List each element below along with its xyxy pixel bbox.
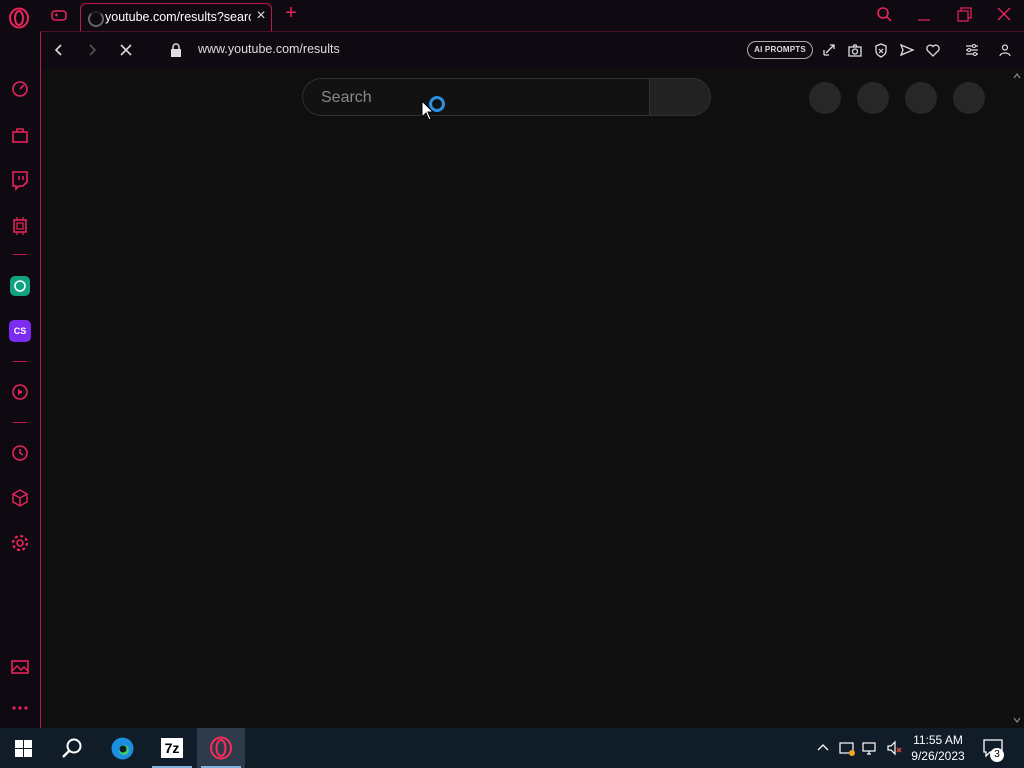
scroll-down-icon[interactable]: [1013, 716, 1021, 724]
edge-icon: [111, 737, 134, 760]
back-icon[interactable]: [51, 42, 67, 58]
sidebar: CS: [0, 31, 40, 728]
opera-logo-icon[interactable]: [8, 7, 30, 29]
cube-icon[interactable]: [9, 487, 31, 509]
tray-update-icon[interactable]: [839, 740, 855, 756]
windows-logo-icon: [15, 740, 32, 757]
send-icon[interactable]: [899, 42, 915, 58]
taskbar-opera[interactable]: [197, 728, 245, 768]
windows-taskbar: 7z 11:55 AM 9/26/2023 3: [0, 728, 1024, 768]
opera-gx-icon: [210, 736, 232, 760]
address-bar: www.youtube.com/results AI PROMPTS: [41, 32, 1024, 68]
profile-icon[interactable]: [997, 42, 1013, 58]
tab-loading-spinner-icon: [88, 11, 104, 27]
youtube-page: [41, 68, 1010, 728]
volume-muted-icon[interactable]: [886, 740, 902, 756]
taskbar-search-button[interactable]: [48, 728, 96, 768]
clock-date: 9/26/2023: [911, 749, 965, 763]
header-placeholder-circle[interactable]: [953, 82, 985, 114]
minimize-icon[interactable]: [913, 5, 935, 25]
more-icon[interactable]: [9, 697, 31, 719]
clock-time: 11:55 AM: [913, 733, 963, 747]
forward-icon[interactable]: [84, 42, 100, 58]
search-box[interactable]: [302, 78, 649, 116]
adblock-shield-icon[interactable]: [873, 42, 889, 58]
header-placeholder-circle[interactable]: [905, 82, 937, 114]
share-icon[interactable]: [821, 42, 837, 58]
restore-icon[interactable]: [953, 5, 975, 25]
speed-dial-icon[interactable]: [9, 78, 31, 100]
header-placeholder-circle[interactable]: [809, 82, 841, 114]
easy-setup-icon[interactable]: [964, 42, 980, 58]
7zip-icon: 7z: [161, 738, 183, 758]
cpu-icon[interactable]: [9, 215, 31, 237]
show-hidden-icons-chevron-icon[interactable]: [815, 740, 831, 756]
player-icon[interactable]: [9, 381, 31, 403]
address-url[interactable]: www.youtube.com/results: [198, 42, 340, 56]
sidebar-divider: [13, 361, 27, 362]
new-tab-plus-icon[interactable]: +: [282, 3, 300, 23]
gallery-icon[interactable]: [9, 656, 31, 678]
search-tabs-icon[interactable]: [873, 5, 895, 25]
tab-close-icon[interactable]: ×: [253, 8, 269, 24]
header-placeholder-circle[interactable]: [857, 82, 889, 114]
bag-icon[interactable]: [9, 124, 31, 146]
camera-icon[interactable]: [847, 42, 863, 58]
mouse-cursor-icon: [421, 100, 435, 121]
stop-loading-icon[interactable]: [118, 42, 134, 58]
taskbar-edge[interactable]: [99, 728, 147, 768]
history-icon[interactable]: [9, 442, 31, 464]
twitch-icon[interactable]: [9, 169, 31, 191]
lock-icon[interactable]: [169, 42, 183, 58]
search-button[interactable]: [649, 78, 711, 116]
cs-icon[interactable]: CS: [9, 320, 31, 342]
sidebar-divider: [13, 254, 27, 255]
page-scrollbar[interactable]: [1010, 68, 1024, 728]
settings-icon[interactable]: [9, 532, 31, 554]
tab-strip: youtube.com/results?search × +: [0, 0, 1024, 31]
scroll-up-icon[interactable]: [1013, 72, 1021, 80]
notification-count-badge: 3: [990, 748, 1004, 762]
ai-prompts-button[interactable]: AI PROMPTS: [747, 41, 813, 59]
chatgpt-icon[interactable]: [9, 275, 31, 297]
close-window-icon[interactable]: [993, 5, 1015, 25]
search-icon: [62, 738, 82, 758]
heart-icon[interactable]: [925, 42, 941, 58]
active-tab[interactable]: youtube.com/results?search ×: [80, 3, 272, 31]
taskbar-7zip[interactable]: 7z: [148, 728, 196, 768]
gaming-tab-icon[interactable]: [50, 6, 68, 24]
search-input[interactable]: [319, 87, 623, 109]
start-button[interactable]: [0, 728, 48, 768]
system-clock[interactable]: 11:55 AM 9/26/2023: [905, 732, 971, 764]
network-icon[interactable]: [862, 740, 878, 756]
tab-title: youtube.com/results?search: [105, 10, 251, 24]
sidebar-divider: [13, 422, 27, 423]
